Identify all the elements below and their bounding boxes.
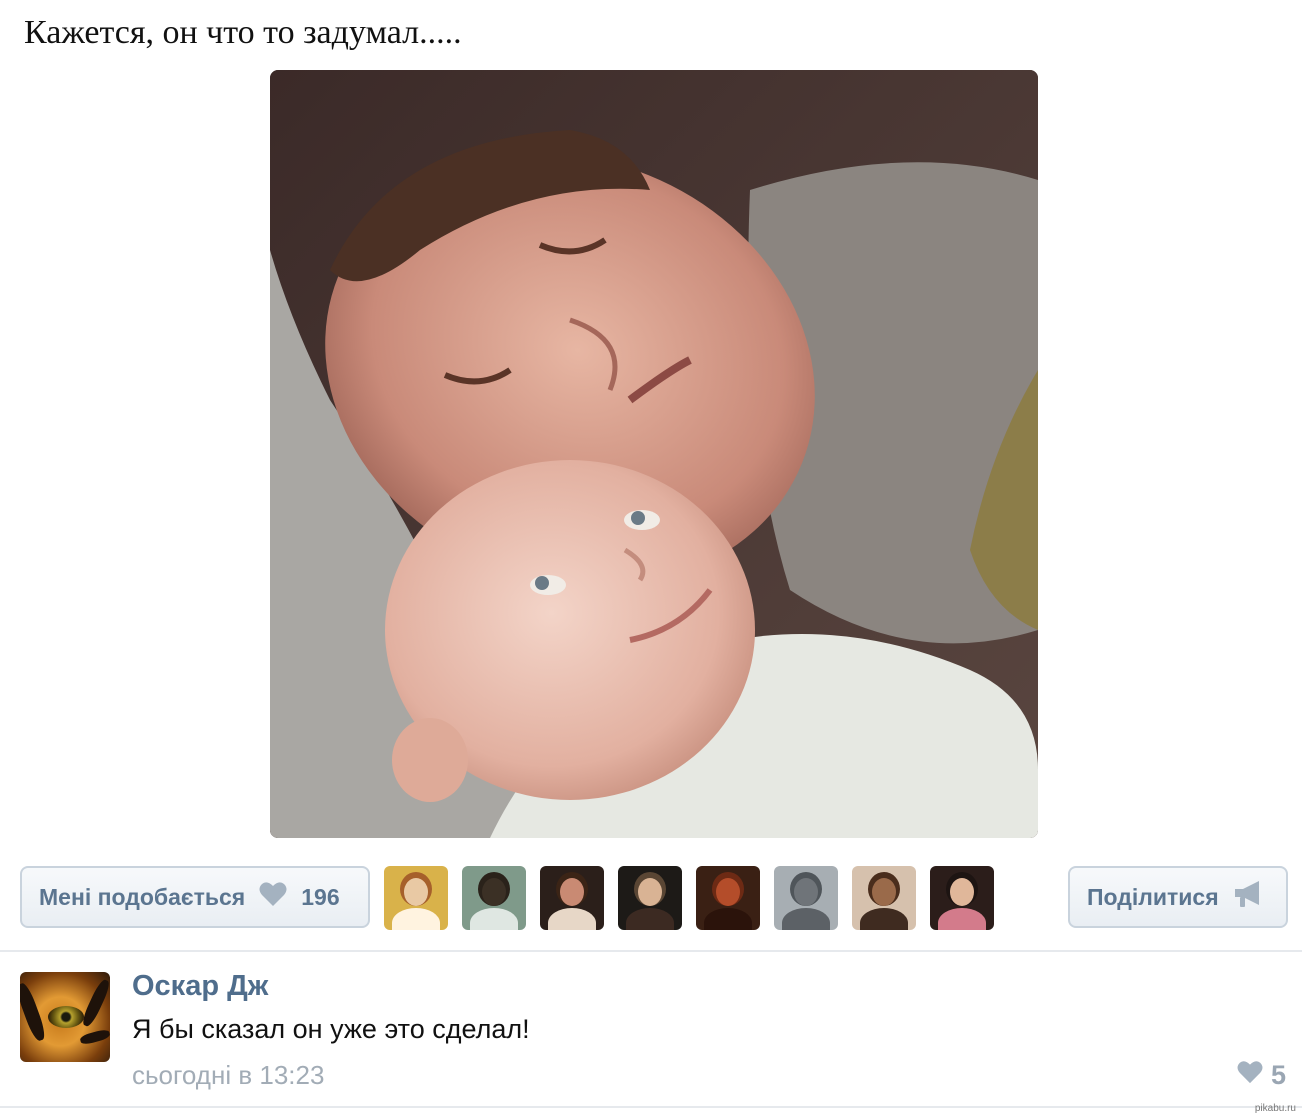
avatar-body <box>704 908 752 930</box>
megaphone-icon <box>1233 880 1265 914</box>
comment-like-button[interactable]: 5 <box>1237 1060 1286 1091</box>
comment-timestamp[interactable]: сьогодні в 13:23 <box>132 1060 324 1091</box>
liker-avatar[interactable] <box>462 866 526 930</box>
avatar-face <box>716 878 740 906</box>
comment-text: Я бы сказал он уже это сделал! <box>132 1014 530 1044</box>
post-photo[interactable] <box>270 70 1038 838</box>
separator <box>0 1106 1302 1108</box>
avatar-body <box>626 908 674 930</box>
liker-avatar[interactable] <box>384 866 448 930</box>
heart-icon <box>1237 1060 1263 1091</box>
avatar-body <box>782 908 830 930</box>
like-label: Мені подобається <box>39 883 246 910</box>
liker-avatar[interactable] <box>930 866 994 930</box>
avatar-face <box>638 878 662 906</box>
like-count: 196 <box>301 883 340 910</box>
likers-list <box>384 866 1008 930</box>
watermark: pikabu.ru <box>1254 1103 1296 1114</box>
avatar-face <box>560 878 584 906</box>
avatar-body <box>392 908 440 930</box>
like-button[interactable]: Мені подобається 196 <box>20 866 370 928</box>
separator <box>0 950 1302 952</box>
liker-avatar[interactable] <box>618 866 682 930</box>
avatar-face <box>950 878 974 906</box>
avatar-body <box>470 908 518 930</box>
avatar-face <box>794 878 818 906</box>
share-label: Поділитися <box>1087 883 1219 910</box>
share-button[interactable]: Поділитися <box>1068 866 1288 928</box>
liker-avatar[interactable] <box>852 866 916 930</box>
avatar-body <box>938 908 986 930</box>
avatar-body <box>548 908 596 930</box>
liker-avatar[interactable] <box>540 866 604 930</box>
comment-author-name[interactable]: Оскар Дж <box>132 970 268 1003</box>
comment-like-count: 5 <box>1270 1060 1286 1090</box>
avatar-face <box>872 878 896 906</box>
avatar-body <box>860 908 908 930</box>
avatar-face <box>482 878 506 906</box>
liker-avatar[interactable] <box>774 866 838 930</box>
post-text: Кажется, он что то задумал..... <box>24 14 462 51</box>
liker-avatar[interactable] <box>696 866 760 930</box>
avatar-face <box>404 878 428 906</box>
heart-icon <box>259 881 287 913</box>
comment-author-avatar[interactable] <box>20 972 110 1062</box>
